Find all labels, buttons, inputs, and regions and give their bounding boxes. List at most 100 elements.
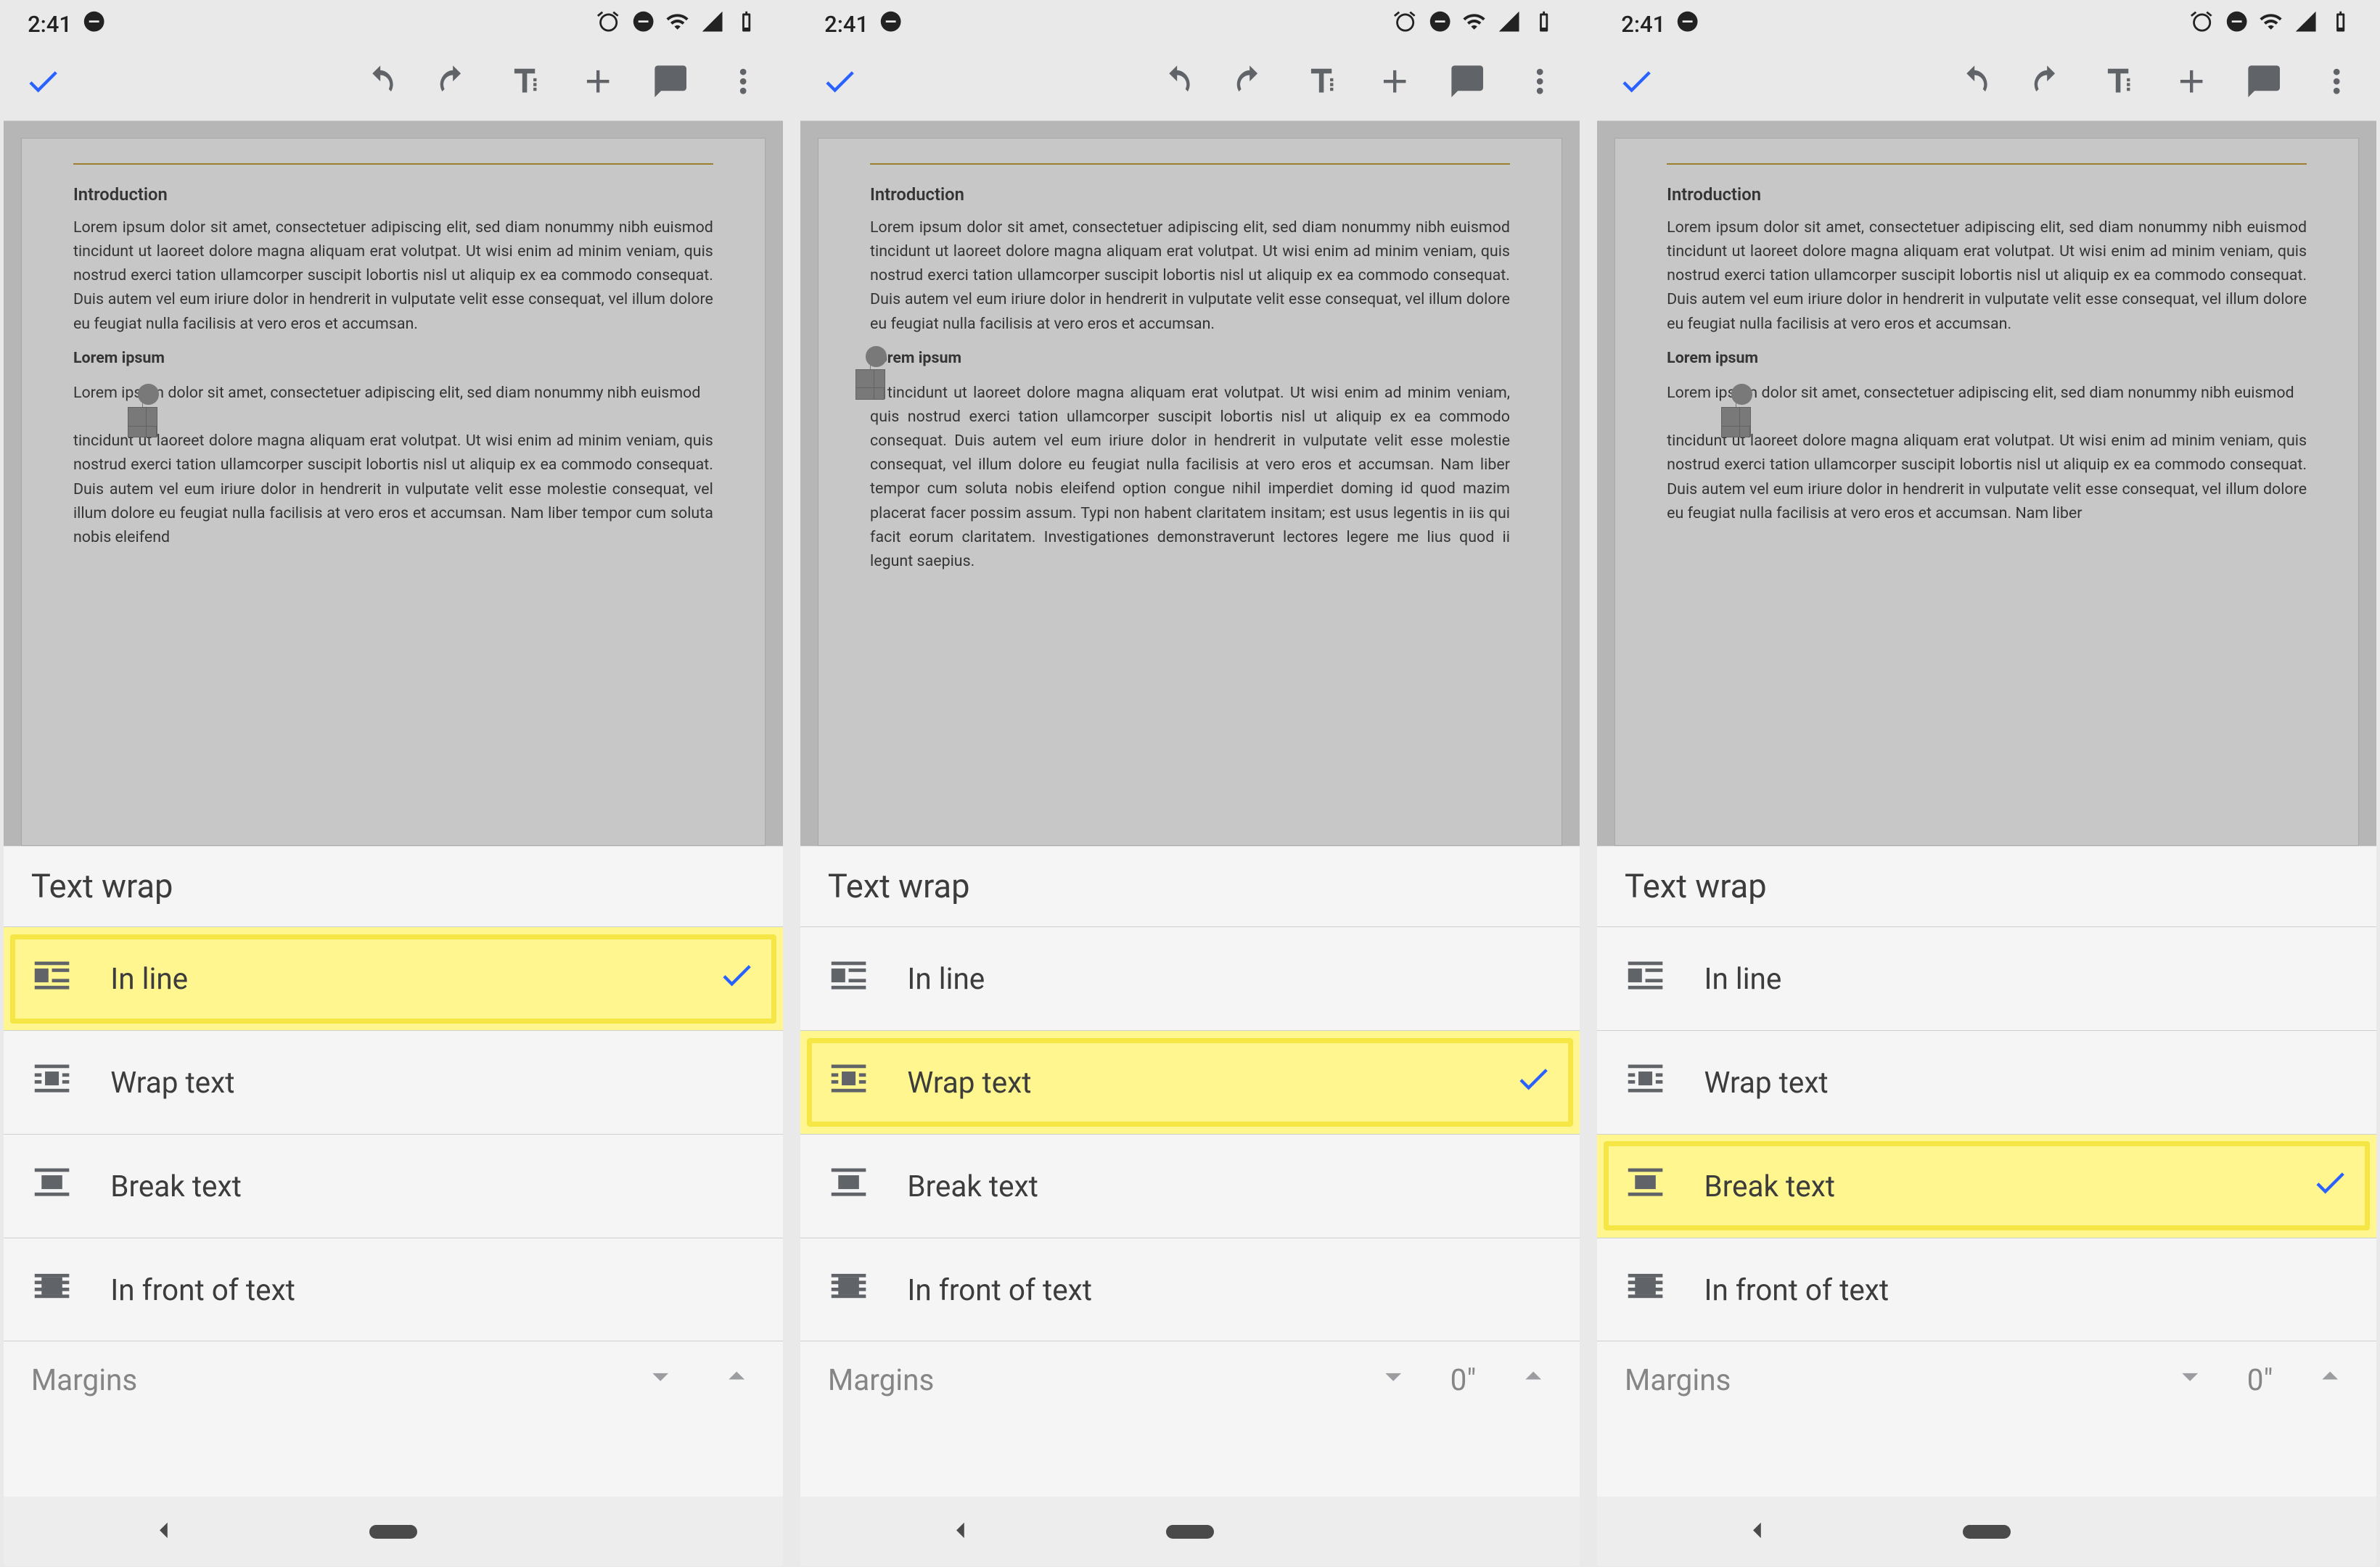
wifi-icon [2259, 9, 2283, 39]
done-button[interactable] [821, 62, 858, 103]
wrap-option-break-icon [31, 1161, 73, 1210]
wrap-option-front-icon [1625, 1265, 1666, 1314]
done-button[interactable] [24, 62, 62, 103]
android-nav-bar [1597, 1497, 2376, 1566]
status-app-icon [82, 9, 106, 39]
margins-decrease[interactable] [1374, 1357, 1412, 1402]
margins-label: Margins [828, 1362, 934, 1397]
android-nav-bar [4, 1497, 783, 1566]
status-time: 2:41 [28, 11, 72, 38]
margins-value: 0" [1450, 1362, 1477, 1397]
nav-home-pill[interactable] [1963, 1525, 2011, 1539]
document-area[interactable]: Introduction Lorem ipsum dolor sit amet,… [1597, 121, 2376, 847]
doc-body: tincidunt ut laoreet dolore magna aliqua… [73, 429, 713, 549]
wrap-option-inline[interactable]: In line [4, 927, 783, 1031]
redo-button[interactable] [434, 62, 472, 103]
wrap-option-label: In front of text [1704, 1272, 1889, 1307]
wifi-icon [665, 9, 689, 39]
format-button[interactable] [2100, 62, 2138, 103]
dnd-icon [2225, 9, 2249, 39]
doc-intro: Lorem ipsum dolor sit amet, consectetuer… [870, 215, 1510, 336]
dnd-icon [1428, 9, 1452, 39]
comment-button[interactable] [652, 62, 689, 103]
margins-row[interactable]: Margins 0" [1597, 1341, 2376, 1418]
wrap-option-inline[interactable]: In line [800, 927, 1580, 1031]
wrap-option-break-icon [1625, 1161, 1666, 1210]
resize-handle-br[interactable] [855, 369, 874, 388]
nav-back[interactable] [1741, 1515, 1773, 1549]
status-bar: 2:41 [4, 4, 783, 45]
wrap-option-label: In front of text [907, 1272, 1092, 1307]
undo-button[interactable] [361, 62, 399, 103]
margins-decrease[interactable] [641, 1357, 679, 1402]
margins-row[interactable]: Margins 0" [800, 1341, 1580, 1418]
wrap-option-label: In front of text [110, 1272, 295, 1307]
wrap-option-front[interactable]: In front of text [800, 1238, 1580, 1342]
wrap-option-label: In line [1704, 961, 1781, 996]
margins-increase[interactable] [1514, 1357, 1552, 1402]
margins-increase[interactable] [718, 1357, 755, 1402]
margins-row[interactable]: Margins [4, 1341, 783, 1418]
phone-screenshot: 2:41 Introduction Lorem ipsum dolor sit … [1597, 4, 2376, 1566]
sheet-title: Text wrap [4, 847, 783, 927]
wrap-option-inline-icon [31, 955, 73, 1003]
editor-toolbar [4, 45, 783, 121]
nav-home-pill[interactable] [369, 1525, 418, 1539]
nav-back[interactable] [945, 1515, 976, 1549]
more-button[interactable] [2318, 62, 2355, 103]
selected-check-icon [1514, 1060, 1552, 1105]
rotate-handle[interactable] [138, 384, 159, 405]
undo-button[interactable] [1158, 62, 1196, 103]
rotate-handle[interactable] [866, 346, 887, 367]
more-button[interactable] [1521, 62, 1559, 103]
nav-home-pill[interactable] [1166, 1525, 1215, 1539]
wrap-option-label: Break text [1704, 1169, 1835, 1204]
editor-toolbar [1597, 45, 2376, 121]
document-area[interactable]: Introduction Lorem ipsum dolor sit amet,… [800, 121, 1580, 847]
wrap-option-wrap-icon [31, 1058, 73, 1106]
wrap-option-front[interactable]: In front of text [4, 1238, 783, 1342]
format-button[interactable] [506, 62, 544, 103]
resize-handle-br[interactable] [1721, 407, 1740, 426]
undo-button[interactable] [1956, 62, 1993, 103]
margins-decrease[interactable] [2171, 1357, 2209, 1402]
doc-body: tincidunt ut laoreet dolore magna aliqua… [870, 384, 1510, 570]
insert-button[interactable] [579, 62, 617, 103]
wrap-option-wrap[interactable]: Wrap text [800, 1031, 1580, 1135]
wrap-option-wrap[interactable]: Wrap text [4, 1031, 783, 1135]
more-button[interactable] [724, 62, 762, 103]
rotate-handle[interactable] [1731, 384, 1752, 405]
wrap-option-label: Wrap text [1704, 1065, 1828, 1100]
document-area[interactable]: Introduction Lorem ipsum dolor sit amet,… [4, 121, 783, 847]
text-wrap-sheet: Text wrap In line Wrap text Break text I… [1597, 846, 2376, 1497]
wrap-option-break[interactable]: Break text [800, 1135, 1580, 1238]
comment-button[interactable] [2245, 62, 2283, 103]
alarm-icon [596, 9, 620, 39]
comment-button[interactable] [1448, 62, 1486, 103]
redo-button[interactable] [1231, 62, 1268, 103]
nav-back[interactable] [148, 1515, 179, 1549]
wrap-option-inline-icon [828, 955, 869, 1003]
wifi-icon [1462, 9, 1486, 39]
format-button[interactable] [1303, 62, 1341, 103]
battery-icon [2328, 9, 2352, 39]
redo-button[interactable] [2028, 62, 2066, 103]
doc-heading: Introduction [73, 181, 713, 208]
status-time: 2:41 [824, 11, 869, 38]
done-button[interactable] [1617, 62, 1655, 103]
editor-toolbar [800, 45, 1580, 121]
margins-increase[interactable] [2311, 1357, 2349, 1402]
cell-icon [2294, 9, 2318, 39]
cell-icon [1497, 9, 1521, 39]
wrap-option-break[interactable]: Break text [1597, 1135, 2376, 1238]
resize-handle-br[interactable] [128, 407, 147, 426]
wrap-option-inline[interactable]: In line [1597, 927, 2376, 1031]
insert-button[interactable] [1376, 62, 1413, 103]
wrap-option-wrap[interactable]: Wrap text [1597, 1031, 2376, 1135]
battery-icon [734, 9, 758, 39]
wrap-option-front[interactable]: In front of text [1597, 1238, 2376, 1342]
sheet-title: Text wrap [1597, 847, 2376, 927]
phone-screenshot: 2:41 Introduction Lorem ipsum dolor sit … [800, 4, 1580, 1566]
insert-button[interactable] [2172, 62, 2210, 103]
wrap-option-break[interactable]: Break text [4, 1135, 783, 1238]
